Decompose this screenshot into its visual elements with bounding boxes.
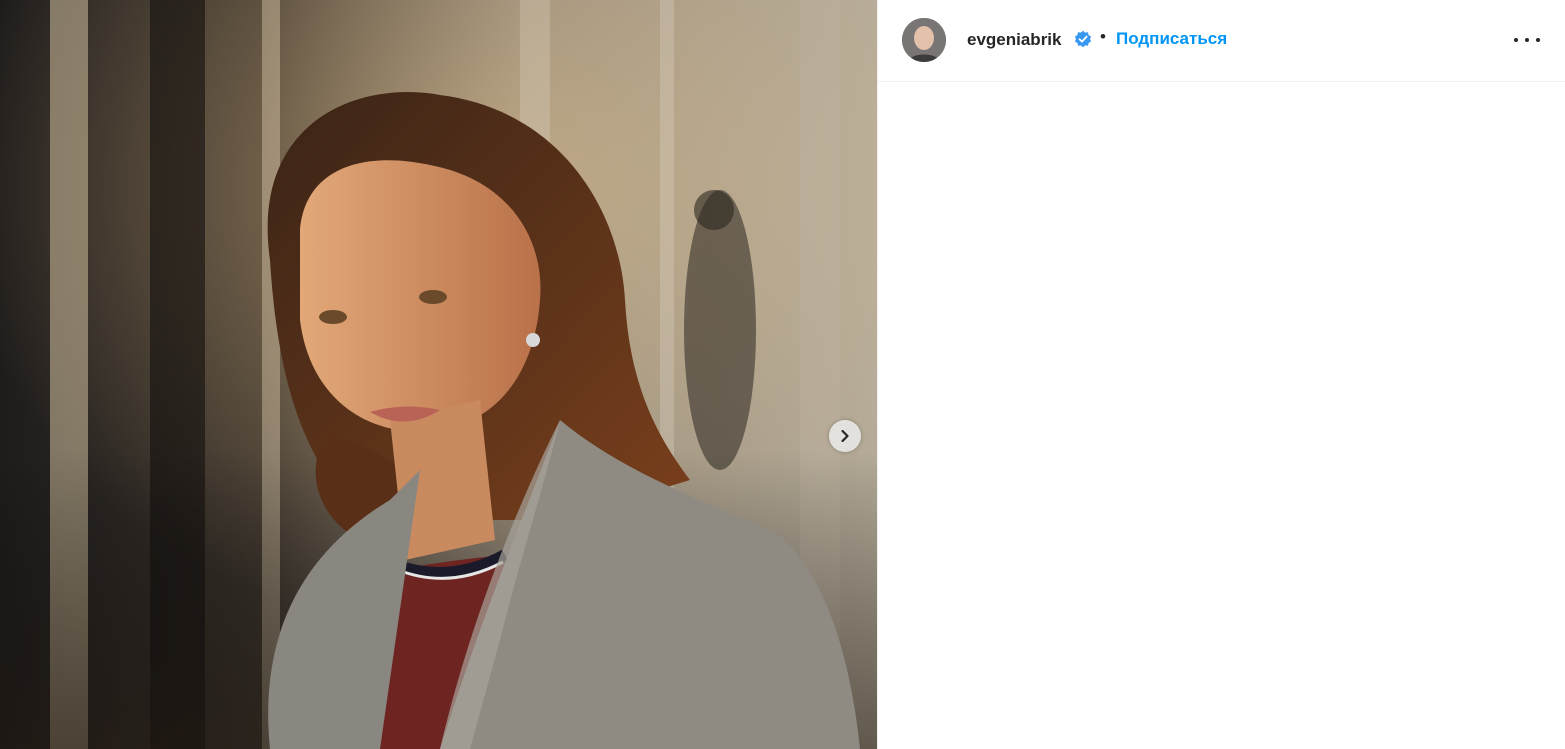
more-dot [1514,38,1518,42]
separator-dot: • [1100,27,1106,46]
post-side-panel: evgeniabrik • Подписаться [877,0,1565,749]
author-username[interactable]: evgeniabrik [967,30,1062,50]
avatar-image [902,18,946,62]
more-dot [1536,38,1540,42]
post-image [0,0,877,749]
post-header: evgeniabrik • Подписаться [878,0,1565,82]
more-options-icon[interactable] [1514,34,1540,46]
more-dot [1525,38,1529,42]
post-photo[interactable] [0,0,877,749]
chevron-right-icon [841,429,849,443]
follow-button[interactable]: Подписаться [1116,29,1227,49]
next-photo-button[interactable] [829,420,861,452]
verified-badge-icon [1074,30,1092,48]
avatar[interactable] [902,18,946,62]
